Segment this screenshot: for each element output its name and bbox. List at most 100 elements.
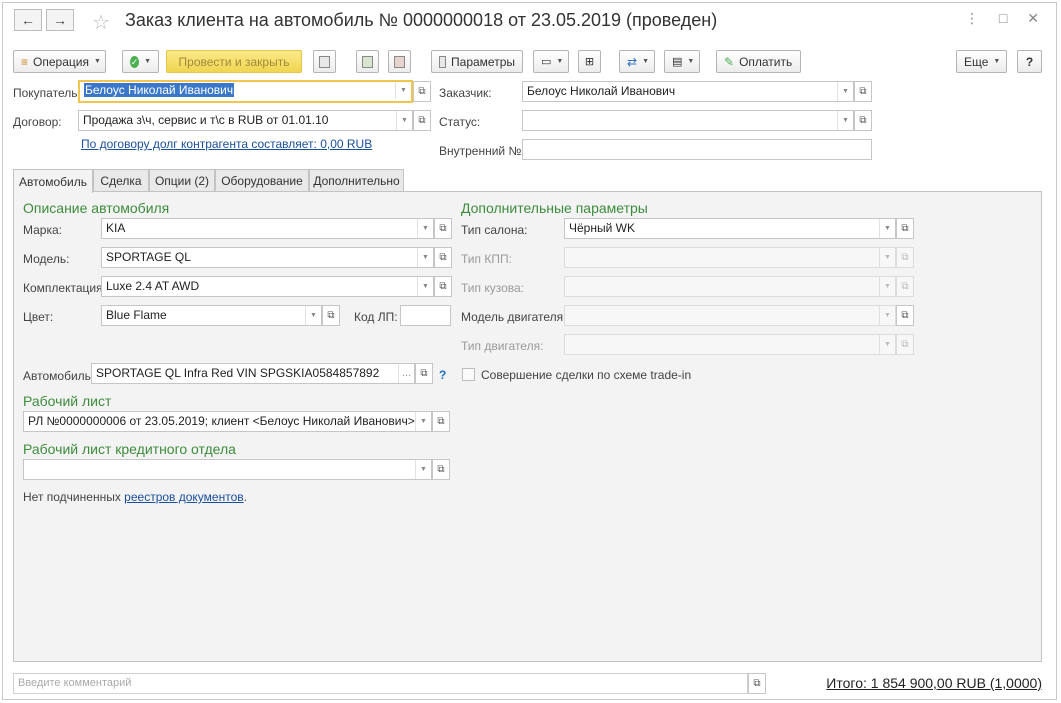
document-arrow-icon: [394, 55, 405, 68]
status-field[interactable]: ▼: [522, 110, 854, 131]
dropdown-icon[interactable]: ▼: [879, 306, 895, 325]
chevron-down-icon: ▼: [687, 58, 695, 65]
contract-field[interactable]: Продажа з\ч, сервис и т\с в RUB от 01.01…: [78, 110, 413, 131]
parameters-icon: [439, 55, 447, 68]
color-label: Цвет:: [23, 310, 54, 324]
favorite-star-icon[interactable]: ☆: [92, 10, 110, 35]
operation-button[interactable]: ≡ Операция ▼: [13, 50, 106, 73]
open-brand-button[interactable]: ⧉: [434, 218, 452, 239]
open-icon: ⧉: [418, 86, 426, 97]
contract-label: Договор:: [13, 115, 62, 129]
trim-field[interactable]: Luxe 2.4 AT AWD ▼: [101, 276, 434, 297]
tab-car[interactable]: Автомобиль: [13, 169, 93, 193]
open-status-button[interactable]: ⧉: [854, 110, 872, 131]
brand-field[interactable]: KIA ▼: [101, 218, 434, 239]
reports-button[interactable]: ▤ ▼: [664, 50, 700, 73]
exchange-icon: ⇄: [627, 54, 638, 69]
buyer-field[interactable]: Белоус Николай Иванович ▼: [78, 80, 413, 103]
open-color-button[interactable]: ⧉: [322, 305, 340, 326]
chevron-down-icon: ▼: [144, 58, 151, 65]
salon-type-field[interactable]: Чёрный WK ▼: [564, 218, 896, 239]
post-button[interactable]: ✓ ▼: [122, 50, 159, 73]
print-button[interactable]: ▭ ▼: [533, 50, 569, 73]
open-trim-button[interactable]: ⧉: [434, 276, 452, 297]
dropdown-icon[interactable]: ▼: [417, 248, 433, 267]
lp-code-field[interactable]: [400, 305, 451, 326]
tab-options[interactable]: Опции (2): [149, 169, 215, 192]
total-link[interactable]: Итого: 1 854 900,00 RUB (1,0000): [826, 675, 1042, 691]
car-field[interactable]: SPORTAGE QL Infra Red VIN SPGSKIA0584857…: [91, 363, 415, 384]
printer-icon: ▭: [541, 56, 552, 68]
dropdown-icon[interactable]: ▼: [305, 306, 321, 325]
open-credit-worksheet-button[interactable]: ⧉: [432, 459, 450, 480]
color-field[interactable]: Blue Flame ▼: [101, 305, 322, 326]
salon-type-label: Тип салона:: [461, 223, 528, 237]
parameters-button[interactable]: Параметры: [431, 50, 523, 73]
select-dots-icon[interactable]: …: [398, 364, 414, 383]
tab-additional[interactable]: Дополнительно: [309, 169, 404, 192]
window-controls-icon[interactable]: ⋮ □ ✕: [965, 10, 1047, 27]
open-icon: ⧉: [901, 310, 909, 321]
status-label: Статус:: [439, 115, 481, 129]
create-based-button[interactable]: [356, 50, 379, 73]
buyer-label: Покупатель:: [13, 86, 81, 100]
tab-deal[interactable]: Сделка: [93, 169, 149, 192]
open-buyer-button[interactable]: ⧉: [413, 81, 431, 102]
internal-number-label: Внутренний №:: [439, 144, 525, 158]
forward-button[interactable]: →: [46, 9, 74, 31]
worksheet-field[interactable]: РЛ №0000000006 от 23.05.2019; клиент <Бе…: [23, 411, 432, 432]
dropdown-icon[interactable]: ▼: [417, 277, 433, 296]
tradein-checkbox[interactable]: [462, 368, 475, 381]
dropdown-icon[interactable]: ▼: [396, 111, 412, 130]
open-icon: ⧉: [437, 416, 445, 427]
body-type-field: ▼: [564, 276, 896, 297]
dropdown-icon[interactable]: ▼: [395, 82, 411, 99]
open-body-type-button: ⧉: [896, 276, 914, 297]
debt-link[interactable]: По договору долг контрагента составляет:…: [81, 137, 372, 151]
structure-button[interactable]: ⊞: [578, 50, 601, 73]
open-model-button[interactable]: ⧉: [434, 247, 452, 268]
check-icon: ✓: [130, 55, 140, 68]
car-help-icon[interactable]: ?: [439, 368, 446, 382]
model-field[interactable]: SPORTAGE QL ▼: [101, 247, 434, 268]
car-section-title: Описание автомобиля: [23, 200, 170, 216]
pay-button[interactable]: ✎ Оплатить: [716, 50, 801, 73]
registry-link[interactable]: реестров документов: [124, 490, 243, 504]
open-comment-button[interactable]: ⧉: [748, 673, 766, 694]
open-icon: ⧉: [901, 339, 909, 350]
dropdown-icon[interactable]: ▼: [837, 111, 853, 130]
open-worksheet-button[interactable]: ⧉: [432, 411, 450, 432]
back-button[interactable]: ←: [14, 9, 42, 31]
related-docs-button[interactable]: [388, 50, 411, 73]
dropdown-icon[interactable]: ▼: [415, 412, 431, 431]
open-car-button[interactable]: ⧉: [415, 363, 433, 384]
open-icon: ⧉: [439, 223, 447, 234]
customer-field[interactable]: Белоус Николай Иванович ▼: [522, 81, 854, 102]
internal-number-field[interactable]: [522, 139, 872, 160]
save-button[interactable]: [313, 50, 336, 73]
open-icon: ⧉: [901, 252, 909, 263]
dropdown-icon[interactable]: ▼: [879, 219, 895, 238]
tab-equipment[interactable]: Оборудование: [215, 169, 309, 192]
credit-worksheet-field[interactable]: ▼: [23, 459, 432, 480]
brand-label: Марка:: [23, 223, 62, 237]
lp-code-label: Код ЛП:: [354, 310, 398, 324]
dropdown-icon[interactable]: ▼: [837, 82, 853, 101]
engine-model-field[interactable]: ▼: [564, 305, 896, 326]
chevron-down-icon: ▼: [93, 58, 101, 65]
open-customer-button[interactable]: ⧉: [854, 81, 872, 102]
exchange-button[interactable]: ⇄ ▼: [619, 50, 655, 73]
arrow-left-icon: ←: [21, 12, 35, 28]
open-contract-button[interactable]: ⧉: [413, 110, 431, 131]
dropdown-icon[interactable]: ▼: [417, 219, 433, 238]
open-salon-type-button[interactable]: ⧉: [896, 218, 914, 239]
post-and-close-button[interactable]: Провести и закрыть: [166, 50, 302, 73]
chevron-down-icon: ▼: [642, 58, 649, 65]
open-icon: ⧉: [439, 281, 447, 292]
open-engine-model-button[interactable]: ⧉: [896, 305, 914, 326]
comment-input[interactable]: Введите комментарий: [13, 673, 748, 694]
more-button[interactable]: Еще ▼: [956, 50, 1007, 73]
open-icon: ⧉: [901, 223, 909, 234]
help-button[interactable]: ?: [1017, 50, 1042, 73]
dropdown-icon[interactable]: ▼: [415, 460, 431, 479]
